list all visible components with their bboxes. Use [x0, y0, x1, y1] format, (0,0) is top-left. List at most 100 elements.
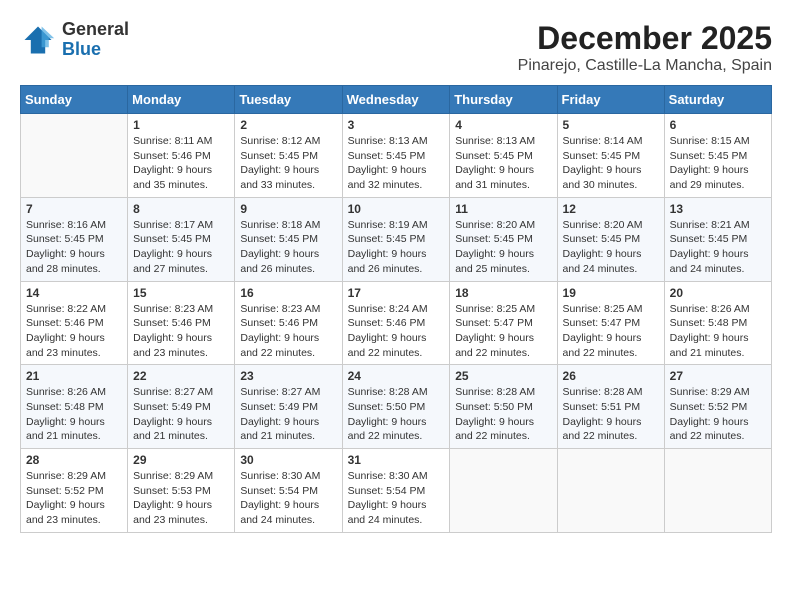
day-number: 8	[133, 202, 229, 216]
cell-details: Sunrise: 8:13 AMSunset: 5:45 PMDaylight:…	[455, 134, 551, 193]
cell-details: Sunrise: 8:27 AMSunset: 5:49 PMDaylight:…	[240, 385, 336, 444]
week-row-4: 21Sunrise: 8:26 AMSunset: 5:48 PMDayligh…	[21, 365, 772, 449]
cell-details: Sunrise: 8:30 AMSunset: 5:54 PMDaylight:…	[240, 469, 336, 528]
day-number: 18	[455, 286, 551, 300]
weekday-header-sunday: Sunday	[21, 86, 128, 114]
day-number: 1	[133, 118, 229, 132]
day-number: 10	[348, 202, 445, 216]
cell-details: Sunrise: 8:23 AMSunset: 5:46 PMDaylight:…	[240, 302, 336, 361]
calendar-cell: 17 Sunrise: 8:24 AMSunset: 5:46 PMDayligh…	[342, 281, 450, 365]
calendar-cell: 5 Sunrise: 8:14 AMSunset: 5:45 PMDaylight…	[557, 114, 664, 198]
day-number: 12	[563, 202, 659, 216]
day-number: 9	[240, 202, 336, 216]
cell-details: Sunrise: 8:18 AMSunset: 5:45 PMDaylight:…	[240, 218, 336, 277]
calendar-cell: 14 Sunrise: 8:22 AMSunset: 5:46 PMDayligh…	[21, 281, 128, 365]
day-number: 6	[670, 118, 766, 132]
logo-icon	[20, 22, 56, 58]
cell-details: Sunrise: 8:11 AMSunset: 5:46 PMDaylight:…	[133, 134, 229, 193]
calendar-cell: 9 Sunrise: 8:18 AMSunset: 5:45 PMDaylight…	[235, 197, 342, 281]
calendar-cell: 6Sunrise: 8:15 AMSunset: 5:45 PMDaylight…	[664, 114, 771, 198]
calendar-cell: 20 Sunrise: 8:26 AMSunset: 5:48 PMDayligh…	[664, 281, 771, 365]
day-number: 16	[240, 286, 336, 300]
cell-details: Sunrise: 8:29 AMSunset: 5:52 PMDaylight:…	[670, 385, 766, 444]
calendar-cell	[557, 449, 664, 533]
calendar-cell: 28 Sunrise: 8:29 AMSunset: 5:52 PMDayligh…	[21, 449, 128, 533]
cell-details: Sunrise: 8:28 AMSunset: 5:50 PMDaylight:…	[348, 385, 445, 444]
cell-details: Sunrise: 8:25 AMSunset: 5:47 PMDaylight:…	[455, 302, 551, 361]
logo-text: General Blue	[62, 20, 129, 60]
cell-details: Sunrise: 8:24 AMSunset: 5:46 PMDaylight:…	[348, 302, 445, 361]
day-number: 20	[670, 286, 766, 300]
calendar-cell: 29 Sunrise: 8:29 AMSunset: 5:53 PMDayligh…	[128, 449, 235, 533]
calendar-cell: 22Sunrise: 8:27 AMSunset: 5:49 PMDayligh…	[128, 365, 235, 449]
calendar-cell: 7Sunrise: 8:16 AMSunset: 5:45 PMDaylight…	[21, 197, 128, 281]
day-number: 5	[563, 118, 659, 132]
day-number: 4	[455, 118, 551, 132]
calendar-cell: 18 Sunrise: 8:25 AMSunset: 5:47 PMDayligh…	[450, 281, 557, 365]
calendar-cell: 27 Sunrise: 8:29 AMSunset: 5:52 PMDayligh…	[664, 365, 771, 449]
day-number: 29	[133, 453, 229, 467]
title-block: December 2025 Pinarejo, Castille-La Manc…	[518, 20, 772, 75]
day-number: 27	[670, 369, 766, 383]
week-row-5: 28 Sunrise: 8:29 AMSunset: 5:52 PMDayligh…	[21, 449, 772, 533]
day-number: 26	[563, 369, 659, 383]
calendar-cell: 10 Sunrise: 8:19 AMSunset: 5:45 PMDayligh…	[342, 197, 450, 281]
day-number: 14	[26, 286, 122, 300]
logo: General Blue	[20, 20, 129, 60]
calendar-cell: 26 Sunrise: 8:28 AMSunset: 5:51 PMDayligh…	[557, 365, 664, 449]
calendar-cell	[450, 449, 557, 533]
day-number: 25	[455, 369, 551, 383]
cell-details: Sunrise: 8:16 AMSunset: 5:45 PMDaylight:…	[26, 218, 122, 277]
calendar-cell	[664, 449, 771, 533]
cell-details: Sunrise: 8:20 AMSunset: 5:45 PMDaylight:…	[563, 218, 659, 277]
page-header: General Blue December 2025 Pinarejo, Cas…	[20, 20, 772, 75]
calendar-cell: 11 Sunrise: 8:20 AMSunset: 5:45 PMDayligh…	[450, 197, 557, 281]
cell-details: Sunrise: 8:30 AMSunset: 5:54 PMDaylight:…	[348, 469, 445, 528]
cell-details: Sunrise: 8:29 AMSunset: 5:53 PMDaylight:…	[133, 469, 229, 528]
week-row-1: 1 Sunrise: 8:11 AMSunset: 5:46 PMDaylight…	[21, 114, 772, 198]
calendar-cell: 24Sunrise: 8:28 AMSunset: 5:50 PMDayligh…	[342, 365, 450, 449]
cell-details: Sunrise: 8:23 AMSunset: 5:46 PMDaylight:…	[133, 302, 229, 361]
day-number: 15	[133, 286, 229, 300]
cell-details: Sunrise: 8:14 AMSunset: 5:45 PMDaylight:…	[563, 134, 659, 193]
day-number: 17	[348, 286, 445, 300]
calendar-cell: 12 Sunrise: 8:20 AMSunset: 5:45 PMDayligh…	[557, 197, 664, 281]
cell-details: Sunrise: 8:19 AMSunset: 5:45 PMDaylight:…	[348, 218, 445, 277]
calendar-cell: 31 Sunrise: 8:30 AMSunset: 5:54 PMDayligh…	[342, 449, 450, 533]
day-number: 13	[670, 202, 766, 216]
cell-details: Sunrise: 8:28 AMSunset: 5:50 PMDaylight:…	[455, 385, 551, 444]
calendar-cell: 3Sunrise: 8:13 AMSunset: 5:45 PMDaylight…	[342, 114, 450, 198]
week-row-2: 7Sunrise: 8:16 AMSunset: 5:45 PMDaylight…	[21, 197, 772, 281]
calendar-cell: 8 Sunrise: 8:17 AMSunset: 5:45 PMDaylight…	[128, 197, 235, 281]
cell-details: Sunrise: 8:28 AMSunset: 5:51 PMDaylight:…	[563, 385, 659, 444]
day-number: 21	[26, 369, 122, 383]
cell-details: Sunrise: 8:20 AMSunset: 5:45 PMDaylight:…	[455, 218, 551, 277]
day-number: 31	[348, 453, 445, 467]
day-number: 22	[133, 369, 229, 383]
day-number: 2	[240, 118, 336, 132]
cell-details: Sunrise: 8:29 AMSunset: 5:52 PMDaylight:…	[26, 469, 122, 528]
cell-details: Sunrise: 8:22 AMSunset: 5:46 PMDaylight:…	[26, 302, 122, 361]
weekday-header-row: SundayMondayTuesdayWednesdayThursdayFrid…	[21, 86, 772, 114]
calendar-cell: 21Sunrise: 8:26 AMSunset: 5:48 PMDayligh…	[21, 365, 128, 449]
calendar-cell: 30 Sunrise: 8:30 AMSunset: 5:54 PMDayligh…	[235, 449, 342, 533]
day-number: 28	[26, 453, 122, 467]
weekday-header-thursday: Thursday	[450, 86, 557, 114]
calendar-cell: 23 Sunrise: 8:27 AMSunset: 5:49 PMDayligh…	[235, 365, 342, 449]
calendar-cell: 1 Sunrise: 8:11 AMSunset: 5:46 PMDaylight…	[128, 114, 235, 198]
calendar-table: SundayMondayTuesdayWednesdayThursdayFrid…	[20, 85, 772, 533]
calendar-subtitle: Pinarejo, Castille-La Mancha, Spain	[518, 57, 772, 75]
weekday-header-tuesday: Tuesday	[235, 86, 342, 114]
day-number: 23	[240, 369, 336, 383]
calendar-cell: 15 Sunrise: 8:23 AMSunset: 5:46 PMDayligh…	[128, 281, 235, 365]
cell-details: Sunrise: 8:13 AMSunset: 5:45 PMDaylight:…	[348, 134, 445, 193]
calendar-cell: 25 Sunrise: 8:28 AMSunset: 5:50 PMDayligh…	[450, 365, 557, 449]
day-number: 19	[563, 286, 659, 300]
cell-details: Sunrise: 8:17 AMSunset: 5:45 PMDaylight:…	[133, 218, 229, 277]
day-number: 30	[240, 453, 336, 467]
calendar-cell: 19 Sunrise: 8:25 AMSunset: 5:47 PMDayligh…	[557, 281, 664, 365]
cell-details: Sunrise: 8:25 AMSunset: 5:47 PMDaylight:…	[563, 302, 659, 361]
day-number: 11	[455, 202, 551, 216]
cell-details: Sunrise: 8:12 AMSunset: 5:45 PMDaylight:…	[240, 134, 336, 193]
cell-details: Sunrise: 8:26 AMSunset: 5:48 PMDaylight:…	[670, 302, 766, 361]
